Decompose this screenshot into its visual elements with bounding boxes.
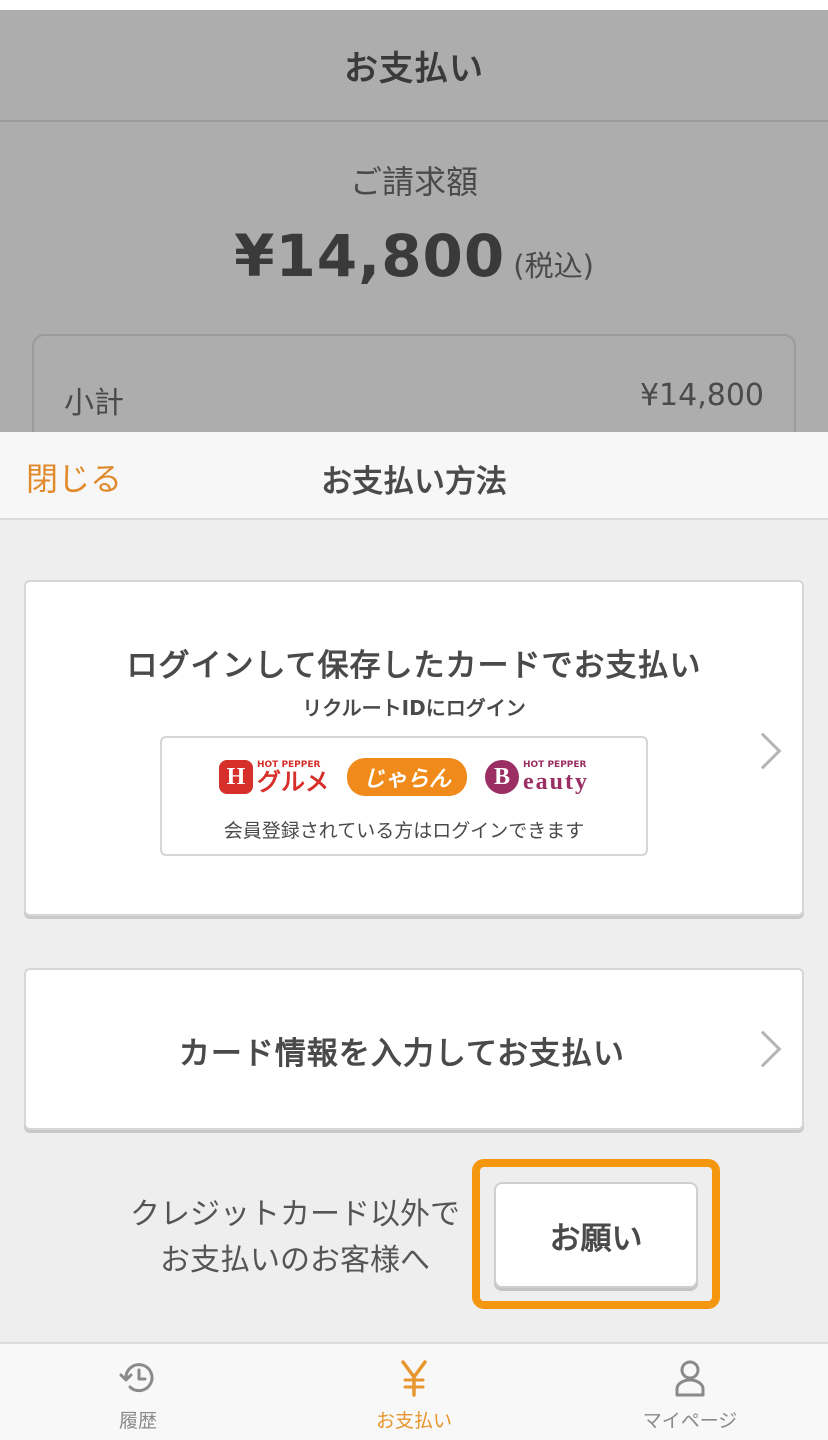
sheet-header: 閉じる お支払い方法	[0, 432, 828, 520]
partner-logos-box: H HOT PEPPER グルメ じゃらん B HOT PEPPER eauty…	[160, 736, 648, 856]
login-option-title: ログインして保存したカードでお支払い	[126, 648, 702, 684]
gourmet-name: グルメ	[256, 767, 329, 796]
tab-mypage[interactable]: マイページ	[552, 1344, 828, 1440]
login-saved-card-option[interactable]: ログインして保存したカードでお支払い リクルートIDにログイン H HOT PE…	[24, 580, 804, 916]
gourmet-mark-icon: H	[218, 760, 253, 794]
other-payment-line1: クレジットカード以外で	[130, 1197, 460, 1232]
payment-method-sheet: 閉じる お支払い方法 ログインして保存したカードでお支払い リクルートIDにログ…	[0, 432, 828, 1342]
request-button[interactable]: お願い	[494, 1182, 698, 1288]
member-login-caption: 会員登録されている方はログインできます	[223, 820, 585, 842]
tab-payment[interactable]: お支払い	[276, 1344, 552, 1440]
tab-history-label: 履歴	[118, 1410, 157, 1432]
page-header: お支払い	[0, 10, 828, 122]
tab-mypage-label: マイページ	[642, 1410, 738, 1432]
page-title: お支払い	[344, 48, 484, 89]
enter-card-title: カード情報を入力してお支払い	[178, 1036, 626, 1072]
billing-detail-box: 小計 ¥14,800	[32, 334, 796, 432]
billing-label: ご請求額	[349, 163, 478, 201]
status-strip	[0, 0, 828, 10]
history-icon	[119, 1363, 154, 1393]
bottom-tab-bar: 履歴 お支払い マイページ	[0, 1342, 828, 1440]
hotpepper-beauty-logo: B HOT PEPPER eauty	[485, 760, 589, 794]
recruit-id-login-label: リクルートIDにログイン	[302, 696, 526, 720]
other-payment-note: クレジットカード以外で お支払いのお客様へ	[100, 1192, 490, 1284]
beauty-mark-icon: B	[485, 760, 519, 794]
partner-logos: H HOT PEPPER グルメ じゃらん B HOT PEPPER eauty	[162, 758, 646, 796]
chevron-right-icon	[744, 732, 782, 770]
total-amount: ¥14,800	[234, 222, 506, 290]
jalan-logo: じゃらん	[346, 758, 467, 796]
person-icon	[675, 1360, 705, 1397]
background-page: お支払い ご請求額 ¥14,800 (税込) 小計 ¥14,800	[0, 0, 828, 432]
subtotal-label: 小計	[64, 386, 124, 421]
enter-card-info-option[interactable]: カード情報を入力してお支払い	[24, 968, 804, 1130]
other-payment-line2: お支払いのお客様へ	[160, 1243, 430, 1278]
sheet-title: お支払い方法	[321, 464, 507, 500]
tab-payment-label: お支払い	[375, 1410, 452, 1432]
tab-history[interactable]: 履歴	[0, 1344, 276, 1440]
total-tax-note: (税込)	[513, 249, 594, 283]
billing-total: ¥14,800 (税込)	[0, 222, 828, 290]
hotpepper-gourmet-logo: H HOT PEPPER グルメ	[218, 760, 329, 796]
beauty-name: eauty	[523, 768, 589, 795]
yen-icon	[401, 1360, 427, 1397]
subtotal-value: ¥14,800	[639, 378, 764, 413]
